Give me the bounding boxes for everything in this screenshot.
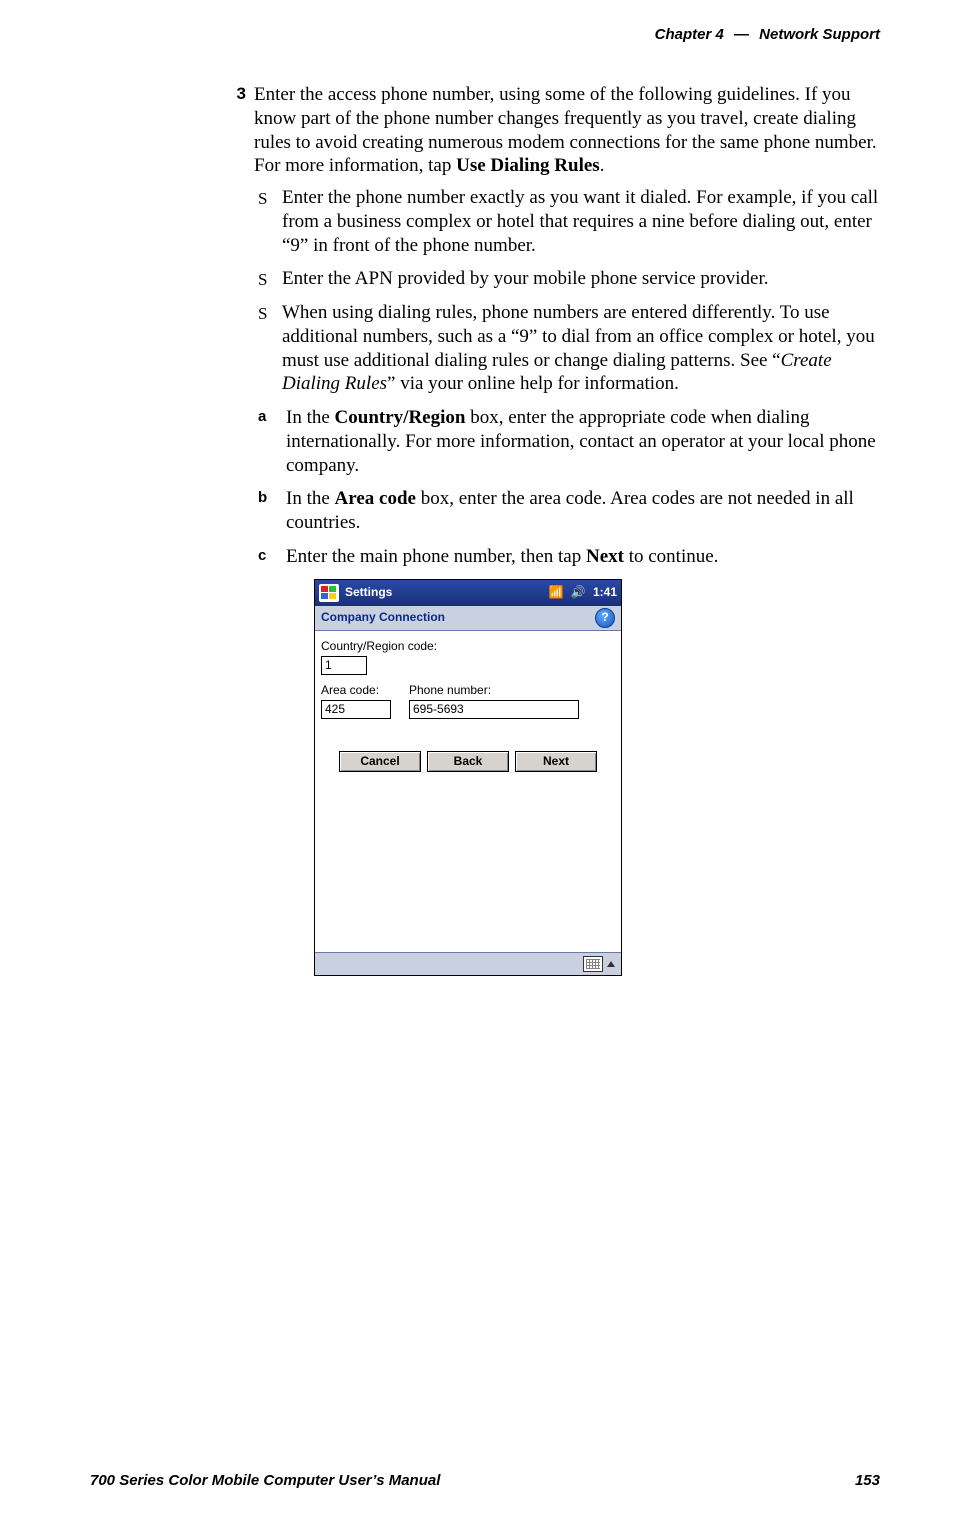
sub-item-b: b In the Area code box, enter the area c…: [258, 487, 880, 535]
chapter-title: Network Support: [759, 26, 880, 43]
sip-arrow-icon[interactable]: [607, 961, 615, 967]
sub-list: a In the Country/Region box, enter the a…: [258, 406, 880, 569]
header-separator: —: [734, 26, 749, 43]
back-button[interactable]: Back: [427, 751, 509, 772]
bullet-text: Enter the APN provided by your mobile ph…: [282, 268, 769, 289]
sub-a-bold: Country/Region: [335, 407, 466, 428]
page-footer: 700 Series Color Mobile Computer User’s …: [90, 1472, 880, 1489]
row-country: Country/Region code: 1: [321, 639, 615, 675]
bullet3-post: ” via your online help for information.: [387, 373, 679, 394]
intro-text-post: .: [600, 155, 605, 176]
label-country: Country/Region code:: [321, 639, 615, 654]
bullet-text: Enter the phone number exactly as you wa…: [282, 187, 878, 256]
page-number: 153: [855, 1472, 880, 1489]
sub-c-bold: Next: [586, 546, 624, 567]
sub-marker: c: [258, 547, 266, 566]
button-row: Cancel Back Next: [315, 733, 621, 782]
blank-area: [315, 782, 621, 952]
sub-a-pre: In the: [286, 407, 335, 428]
intro-text-bold: Use Dialing Rules: [456, 155, 600, 176]
col-area: Area code: 425: [321, 681, 391, 719]
sub-c-pre: Enter the main phone number, then tap: [286, 546, 586, 567]
sub-b-pre: In the: [286, 488, 335, 509]
device-subbar: Company Connection ?: [315, 606, 621, 631]
next-button[interactable]: Next: [515, 751, 597, 772]
input-area-code[interactable]: 425: [321, 700, 391, 719]
bullet-item: Enter the phone number exactly as you wa…: [258, 186, 880, 257]
titlebar-title: Settings: [345, 585, 392, 600]
row-area-phone: Area code: 425 Phone number: 695-5693: [321, 681, 615, 719]
sub-marker: b: [258, 489, 267, 508]
speaker-icon[interactable]: 🔊: [569, 584, 587, 602]
device-bottombar: [315, 952, 621, 975]
label-phone: Phone number:: [409, 683, 579, 698]
form-area: Country/Region code: 1 Area code: 425 Ph…: [315, 631, 621, 733]
bullet-item: Enter the APN provided by your mobile ph…: [258, 267, 880, 291]
device-screenshot: Settings 📶 🔊 1:41 Company Connection ? C…: [314, 579, 622, 976]
connection-title: Company Connection: [321, 610, 445, 625]
help-icon[interactable]: ?: [595, 608, 615, 628]
running-header: Chapter 4 — Network Support: [90, 26, 880, 43]
input-country-code[interactable]: 1: [321, 656, 367, 675]
content-body: 3 Enter the access phone number, using s…: [220, 83, 880, 976]
step-number: 3: [220, 83, 254, 976]
device-titlebar: Settings 📶 🔊 1:41: [315, 580, 621, 606]
page: Chapter 4 — Network Support 3 Enter the …: [0, 0, 970, 1519]
sub-c-post: to continue.: [624, 546, 718, 567]
step-body: Enter the access phone number, using som…: [254, 83, 880, 976]
sub-b-bold: Area code: [335, 488, 416, 509]
step-3: 3 Enter the access phone number, using s…: [220, 83, 880, 976]
start-icon[interactable]: [319, 584, 339, 602]
clock[interactable]: 1:41: [593, 585, 617, 600]
keyboard-icon[interactable]: [583, 956, 603, 972]
connectivity-icon[interactable]: 📶: [547, 584, 565, 602]
cancel-button[interactable]: Cancel: [339, 751, 421, 772]
footer-title: 700 Series Color Mobile Computer User’s …: [90, 1472, 440, 1489]
bullet-item: When using dialing rules, phone numbers …: [258, 301, 880, 396]
sub-item-a: a In the Country/Region box, enter the a…: [258, 406, 880, 477]
sub-marker: a: [258, 408, 266, 427]
input-phone-number[interactable]: 695-5693: [409, 700, 579, 719]
chapter-label: Chapter 4: [655, 26, 724, 43]
bullet-list: Enter the phone number exactly as you wa…: [258, 186, 880, 396]
col-phone: Phone number: 695-5693: [409, 681, 579, 719]
sub-item-c: c Enter the main phone number, then tap …: [258, 545, 880, 569]
label-area: Area code:: [321, 683, 391, 698]
